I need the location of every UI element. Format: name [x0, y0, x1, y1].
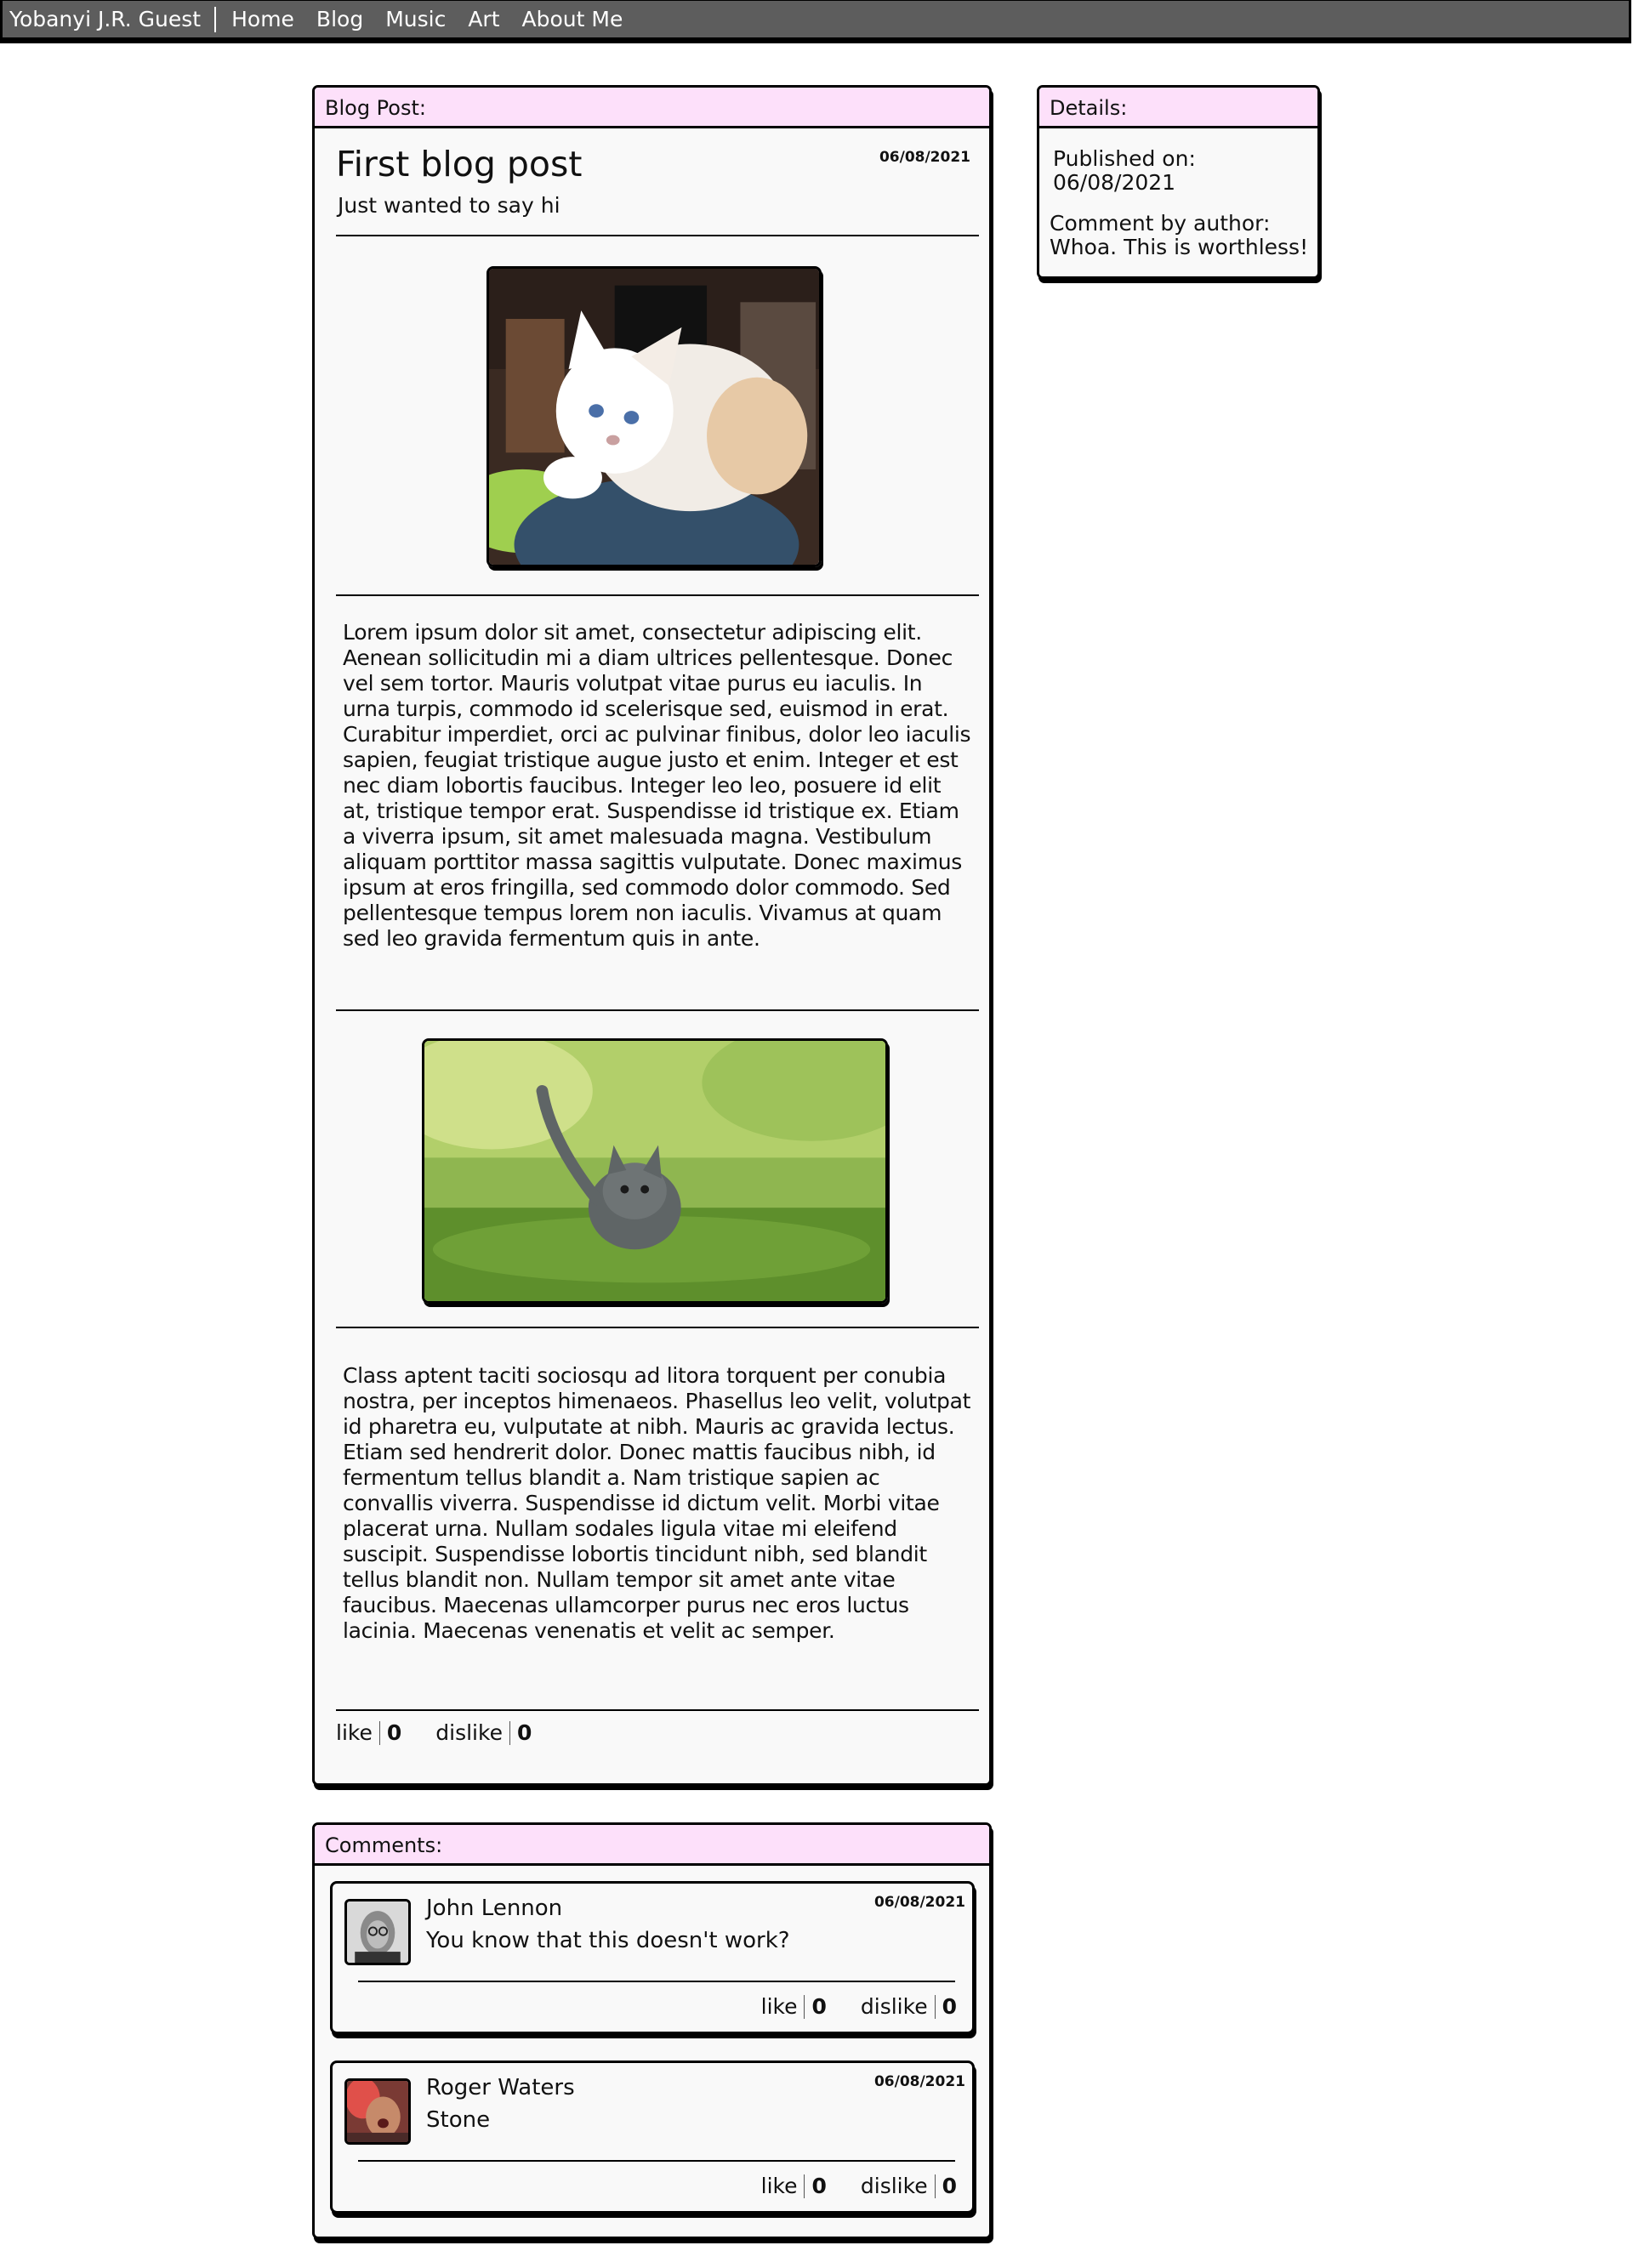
comment-author: John Lennon [426, 1896, 563, 1921]
like-count: 0 [811, 1994, 827, 2019]
published-label: Published on: [1053, 146, 1196, 171]
like-count: 0 [386, 1720, 402, 1745]
comment-reactions: like 0 dislike 0 [761, 1994, 957, 2019]
comment-card: John Lennon 06/08/2021 You know that thi… [330, 1881, 975, 2034]
comment-author: Roger Waters [426, 2075, 575, 2100]
top-navbar: Yobanyi J.R. Guest Home Blog Music Art A… [0, 0, 1631, 40]
comment-reactions: like 0 dislike 0 [761, 2174, 957, 2198]
like-button[interactable]: like [761, 1994, 798, 2019]
post-title: First blog post [336, 144, 583, 185]
avatar [344, 1899, 411, 1965]
divider [336, 1009, 979, 1011]
dislike-count: 0 [942, 1994, 957, 2019]
comments-header: Comments: [315, 1825, 989, 1866]
comment-text: You know that this doesn't work? [426, 1928, 790, 1953]
divider [358, 2160, 955, 2162]
divider [336, 235, 979, 236]
divider [336, 1327, 979, 1328]
avatar [344, 2078, 411, 2145]
nav-link-art[interactable]: Art [468, 7, 499, 32]
separator [934, 1994, 936, 2019]
comment-date: 06/08/2021 [873, 1894, 965, 1911]
author-comment-text: Whoa. This is worthless! [1050, 235, 1309, 259]
comments-panel: Comments: John Lennon 06/08/2021 You kno… [312, 1822, 992, 2239]
like-button[interactable]: like [761, 2174, 798, 2198]
blog-post-panel: Blog Post: First blog post 06/08/2021 Ju… [312, 85, 992, 1786]
nav-link-music[interactable]: Music [385, 7, 446, 32]
details-panel: Details: Published on: 06/08/2021 Commen… [1037, 85, 1320, 279]
divider [358, 1981, 955, 1982]
dislike-count: 0 [516, 1720, 532, 1745]
like-button[interactable]: like [336, 1720, 373, 1745]
site-brand[interactable]: Yobanyi J.R. Guest [3, 6, 217, 32]
dislike-button[interactable]: dislike [435, 1720, 503, 1745]
separator [509, 1720, 510, 1745]
post-reactions: like 0 dislike 0 [336, 1720, 532, 1745]
gray-kitten-photo [422, 1038, 888, 1304]
separator [378, 1720, 380, 1745]
nav-link-home[interactable]: Home [231, 7, 294, 32]
dislike-count: 0 [942, 2174, 957, 2198]
white-kitten-photo [486, 266, 822, 567]
separator [934, 2174, 936, 2198]
comment-card: Roger Waters 06/08/2021 Stone like 0 dis… [330, 2061, 975, 2214]
published-date: 06/08/2021 [1053, 170, 1176, 195]
post-paragraph: Class aptent taciti sociosqu ad litora t… [343, 1363, 971, 1643]
post-date: 06/08/2021 [879, 149, 970, 166]
post-paragraph: Lorem ipsum dolor sit amet, consectetur … [343, 620, 971, 951]
like-count: 0 [811, 2174, 827, 2198]
blog-post-header: Blog Post: [315, 88, 989, 128]
dislike-button[interactable]: dislike [861, 2174, 928, 2198]
nav-link-blog[interactable]: Blog [316, 7, 363, 32]
dislike-button[interactable]: dislike [861, 1994, 928, 2019]
divider [336, 1709, 979, 1711]
author-comment-label: Comment by author: [1050, 211, 1271, 236]
divider [336, 594, 979, 596]
post-subtitle: Just wanted to say hi [338, 193, 560, 218]
separator [804, 2174, 805, 2198]
separator [804, 1994, 805, 2019]
details-header: Details: [1039, 88, 1317, 128]
comment-text: Stone [426, 2107, 491, 2133]
comment-date: 06/08/2021 [873, 2073, 965, 2090]
nav-link-about-me[interactable]: About Me [522, 7, 623, 32]
